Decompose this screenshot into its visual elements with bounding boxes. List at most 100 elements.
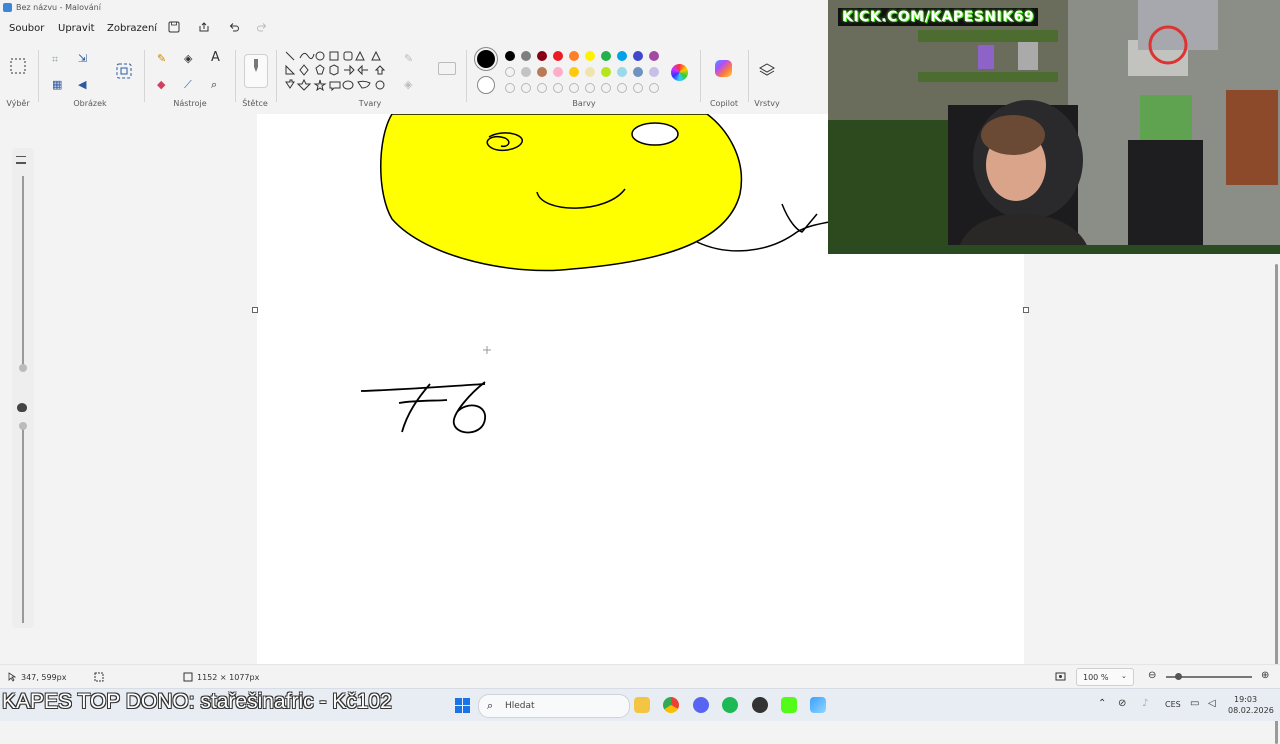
- shape-fill-icon[interactable]: ◈: [404, 79, 412, 91]
- color-swatch[interactable]: [553, 51, 563, 61]
- discord-icon[interactable]: [693, 697, 709, 713]
- custom-color-slot[interactable]: [569, 83, 579, 93]
- paint-taskbar-icon[interactable]: [810, 697, 826, 713]
- zoom-slider-thumb[interactable]: [1175, 673, 1182, 680]
- custom-color-slot[interactable]: [649, 83, 659, 93]
- layers-icon[interactable]: [758, 62, 776, 82]
- menu-file[interactable]: Soubor: [9, 23, 44, 34]
- color-swatch[interactable]: [649, 67, 659, 77]
- ribbon-divider: [748, 50, 749, 102]
- crop-icon[interactable]: ⌗: [52, 54, 58, 66]
- color-swatch[interactable]: [521, 51, 531, 61]
- microphone-icon[interactable]: ♪: [1142, 698, 1148, 709]
- magnifier-icon[interactable]: ⌕: [211, 79, 217, 91]
- text-tool-icon[interactable]: A: [211, 51, 220, 64]
- custom-color-slot[interactable]: [521, 83, 531, 93]
- color-swatch[interactable]: [537, 51, 547, 61]
- custom-color-slot[interactable]: [617, 83, 627, 93]
- windows-start-icon[interactable]: [455, 698, 470, 717]
- pencil-icon[interactable]: ✎: [157, 53, 166, 65]
- paint-app-icon: [3, 3, 12, 12]
- color-swatch[interactable]: [633, 51, 643, 61]
- color-swatch[interactable]: [569, 67, 579, 77]
- image-select-icon[interactable]: [116, 63, 132, 83]
- volume-icon[interactable]: ◁: [1208, 698, 1216, 709]
- opacity-slider-thumb[interactable]: [19, 422, 27, 430]
- shapes-gallery[interactable]: [284, 50, 388, 102]
- chevron-down-icon: ⌄: [1121, 672, 1127, 680]
- opacity-slider-track[interactable]: [22, 428, 24, 623]
- custom-color-slot[interactable]: [633, 83, 643, 93]
- zoom-select[interactable]: 100 % ⌄: [1076, 668, 1134, 686]
- color-swatch[interactable]: [649, 51, 659, 61]
- share-icon[interactable]: [198, 21, 210, 36]
- undo-icon[interactable]: [228, 21, 240, 36]
- zoom-in-icon[interactable]: ⊕: [1261, 670, 1269, 681]
- menu-view[interactable]: Zobrazení: [107, 23, 157, 34]
- network-icon[interactable]: ⊘: [1118, 698, 1126, 709]
- shape-size-icon[interactable]: [438, 62, 456, 75]
- secondary-color[interactable]: [477, 76, 495, 94]
- file-explorer-icon[interactable]: [634, 697, 650, 713]
- color-swatch[interactable]: [585, 67, 595, 77]
- image-effects-icon[interactable]: ▦: [52, 79, 62, 91]
- eraser-icon[interactable]: ◆: [157, 79, 165, 91]
- group-label-shapes: Tvary: [358, 99, 382, 108]
- size-slider-thumb[interactable]: [19, 364, 27, 372]
- ribbon-divider: [700, 50, 701, 102]
- shape-outline-icon[interactable]: ✎: [404, 53, 413, 65]
- zoom-out-icon[interactable]: ⊖: [1148, 670, 1156, 681]
- taskbar-search[interactable]: ⌕ Hledat: [478, 694, 630, 718]
- color-swatch[interactable]: [617, 51, 627, 61]
- color-swatch[interactable]: [505, 67, 515, 77]
- color-swatch[interactable]: [617, 67, 627, 77]
- clock-date[interactable]: 08.02.2026: [1228, 706, 1274, 715]
- color-swatch[interactable]: [537, 67, 547, 77]
- brush-size-panel[interactable]: [12, 148, 34, 628]
- display-icon[interactable]: ▭: [1190, 698, 1199, 709]
- color-swatch[interactable]: [601, 67, 611, 77]
- rotate-icon[interactable]: ◀: [78, 79, 86, 91]
- brush-selector[interactable]: [244, 54, 268, 88]
- cursor-icon: [8, 672, 17, 684]
- group-label-copilot: Copilot: [709, 99, 739, 108]
- obs-icon[interactable]: [752, 697, 768, 713]
- resize-handle-left[interactable]: [252, 307, 258, 313]
- ribbon-divider: [144, 50, 145, 102]
- menu-edit[interactable]: Upravit: [58, 23, 95, 34]
- kick-icon[interactable]: [781, 697, 797, 713]
- custom-color-slot[interactable]: [537, 83, 547, 93]
- color-swatch[interactable]: [505, 51, 515, 61]
- selection-tool-icon[interactable]: [10, 58, 26, 78]
- spotify-icon[interactable]: [722, 697, 738, 713]
- fill-bucket-icon[interactable]: ◈: [184, 53, 192, 65]
- fit-to-window-icon[interactable]: [1055, 671, 1066, 684]
- color-swatch[interactable]: [633, 67, 643, 77]
- save-icon[interactable]: [168, 21, 180, 36]
- color-swatch[interactable]: [569, 51, 579, 61]
- group-label-colors: Barvy: [572, 99, 596, 108]
- copilot-icon[interactable]: [715, 60, 732, 77]
- ribbon-divider: [38, 50, 39, 102]
- color-swatch[interactable]: [585, 51, 595, 61]
- custom-color-slot[interactable]: [505, 83, 515, 93]
- language-indicator[interactable]: CES: [1165, 700, 1181, 709]
- custom-color-slot[interactable]: [553, 83, 563, 93]
- clock-time[interactable]: 19:03: [1234, 695, 1257, 704]
- custom-color-slot[interactable]: [585, 83, 595, 93]
- size-slider-track[interactable]: [22, 176, 24, 371]
- redo-icon[interactable]: [256, 21, 268, 36]
- custom-color-slot[interactable]: [601, 83, 611, 93]
- donation-ticker: KAPES TOP DONO: stařešinafric - Kč102: [2, 690, 392, 713]
- primary-color[interactable]: [477, 50, 495, 68]
- edit-colors-icon[interactable]: [671, 64, 688, 81]
- resize-icon[interactable]: ⇲: [78, 53, 87, 65]
- status-bar: 347, 599px 1152 × 1077px 100 % ⌄ ⊖ ⊕: [0, 664, 1280, 689]
- resize-handle-right[interactable]: [1023, 307, 1029, 313]
- color-swatch[interactable]: [521, 67, 531, 77]
- tray-expand-icon[interactable]: ⌃: [1098, 698, 1106, 709]
- color-picker-icon[interactable]: ⟋: [184, 79, 192, 91]
- color-swatch[interactable]: [601, 51, 611, 61]
- chrome-icon[interactable]: [663, 697, 679, 713]
- color-swatch[interactable]: [553, 67, 563, 77]
